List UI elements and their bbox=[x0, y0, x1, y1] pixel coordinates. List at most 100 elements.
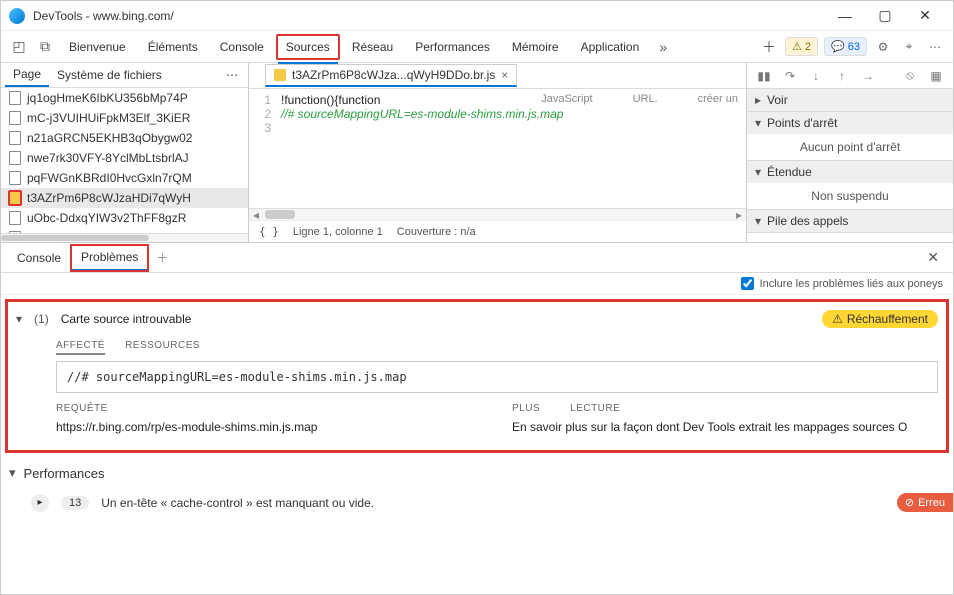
maximize-button[interactable]: ▢ bbox=[865, 7, 905, 24]
editor-scrollbar[interactable]: ◂ ▸ bbox=[249, 208, 746, 220]
file-icon bbox=[9, 151, 21, 165]
line-gutter: 123 bbox=[249, 89, 277, 208]
drawer-tab-problems[interactable]: Problèmes bbox=[71, 245, 148, 271]
perf-header[interactable]: Performances bbox=[9, 457, 945, 489]
code-editor[interactable]: 123 !function(){function //# sourceMappi… bbox=[249, 89, 746, 208]
menu-icon[interactable]: ⋯ bbox=[923, 40, 947, 54]
deactivate-bp-icon[interactable]: ⦸ bbox=[901, 68, 919, 83]
request-value: https://r.bing.com/rp/es-module-shims.mi… bbox=[56, 420, 482, 434]
scroll-right-icon[interactable]: ▸ bbox=[732, 209, 746, 220]
inspect-icon[interactable]: ◰ bbox=[7, 35, 31, 59]
step-into-icon[interactable]: ↓ bbox=[807, 69, 825, 83]
scroll-left-icon[interactable]: ◂ bbox=[249, 209, 263, 220]
pause-exc-icon[interactable]: ▦ bbox=[927, 69, 945, 83]
nav-tab-filesystem[interactable]: Système de fichiers bbox=[49, 64, 170, 86]
subtab-affected[interactable]: AFFECTÉ bbox=[56, 340, 105, 355]
file-icon bbox=[9, 211, 21, 225]
coverage-status: Couverture : n/a bbox=[397, 226, 476, 238]
file-icon bbox=[9, 91, 21, 105]
problem-count: (1) bbox=[34, 312, 49, 326]
app-icon bbox=[9, 8, 25, 24]
debugger-pane: ▮▮ ↷ ↓ ↑ → ⦸ ▦ Voir Points d'arrêt Aucun… bbox=[747, 63, 953, 242]
file-navigator: Page Système de fichiers ⋯ jq1ogHmeK6IbK… bbox=[1, 63, 249, 242]
file-item[interactable]: n21aGRCN5EKHB3qObygw02 bbox=[1, 128, 248, 148]
navigator-scrollbar[interactable] bbox=[1, 233, 248, 242]
lecture-value: En savoir plus sur la façon dont Dev Too… bbox=[512, 420, 938, 434]
scope-body: Non suspendu bbox=[747, 183, 953, 209]
close-drawer-icon[interactable]: ✕ bbox=[919, 249, 947, 266]
file-icon bbox=[9, 111, 21, 125]
nav-more-icon[interactable]: ⋯ bbox=[220, 68, 244, 82]
section-breakpoints[interactable]: Points d'arrêt bbox=[747, 112, 953, 134]
performance-section: Performances ▸ 13 Un en-tête « cache-con… bbox=[1, 457, 953, 520]
info-badge[interactable]: 💬63 bbox=[824, 37, 867, 56]
close-tab-icon[interactable]: × bbox=[501, 68, 508, 82]
editor-tabs: t3AZrPm6P8cWJza...qWyH9DDo.br.js × bbox=[249, 63, 746, 89]
device-icon[interactable]: ⧉ bbox=[33, 35, 57, 59]
tab-sources[interactable]: Sources bbox=[276, 34, 340, 60]
drawer-tab-console[interactable]: Console bbox=[7, 246, 71, 270]
problem-header[interactable]: ▾ (1) Carte source introuvable ⚠Réchauff… bbox=[16, 310, 938, 328]
pause-icon[interactable]: ▮▮ bbox=[755, 69, 773, 83]
navigator-tabs: Page Système de fichiers ⋯ bbox=[1, 63, 248, 88]
window-title: DevTools - www.bing.com/ bbox=[33, 9, 825, 23]
subtab-resources[interactable]: RESSOURCES bbox=[125, 340, 200, 355]
problems-toolbar: Inclure les problèmes liés aux poneys bbox=[1, 273, 953, 295]
nav-tab-page[interactable]: Page bbox=[5, 63, 49, 87]
perf-text: Un en-tête « cache-control » est manquan… bbox=[101, 496, 374, 510]
problem-details: REQUÊTE https://r.bing.com/rp/es-module-… bbox=[56, 403, 938, 434]
file-item-selected[interactable]: t3AZrPm6P8cWJzaHDi7qWyH bbox=[1, 188, 248, 208]
breakpoints-body: Aucun point d'arrêt bbox=[747, 134, 953, 160]
file-icon bbox=[9, 171, 21, 185]
tab-performance[interactable]: Performances bbox=[405, 34, 500, 60]
play-icon[interactable]: ▸ bbox=[31, 494, 49, 512]
step-out-icon[interactable]: ↑ bbox=[833, 69, 851, 83]
warning-badge[interactable]: ⚠2 bbox=[785, 37, 818, 56]
lecture-label: LECTURE bbox=[570, 403, 620, 414]
file-icon bbox=[9, 131, 21, 145]
main-toolbar: ◰ ⧉ Bienvenue Éléments Console Sources R… bbox=[1, 31, 953, 63]
format-icon[interactable]: { } bbox=[259, 225, 279, 238]
expand-icon[interactable]: ▾ bbox=[16, 312, 22, 326]
code-hints: JavaScriptURL.créer un bbox=[541, 93, 738, 105]
code-content: !function(){function //# sourceMappingUR… bbox=[277, 89, 746, 208]
minimize-button[interactable]: — bbox=[825, 8, 865, 24]
step-over-icon[interactable]: ↷ bbox=[781, 69, 799, 83]
plus-label: PLUS bbox=[512, 403, 540, 414]
tab-memory[interactable]: Mémoire bbox=[502, 34, 569, 60]
file-item[interactable]: nwe7rk30VFY-8YclMbLtsbrlAJ bbox=[1, 148, 248, 168]
sources-panel: Page Système de fichiers ⋯ jq1ogHmeK6IbK… bbox=[1, 63, 953, 243]
editor-status: { } Ligne 1, colonne 1 Couverture : n/a bbox=[249, 220, 746, 242]
more-tabs-icon[interactable]: » bbox=[651, 35, 675, 59]
include-label: Inclure les problèmes liés aux poneys bbox=[760, 278, 943, 290]
add-drawer-tab-icon[interactable]: ＋ bbox=[148, 249, 176, 266]
problem-subtabs: AFFECTÉ RESSOURCES bbox=[56, 340, 938, 355]
section-scope[interactable]: Étendue bbox=[747, 161, 953, 183]
step-icon[interactable]: → bbox=[859, 69, 877, 83]
add-icon[interactable]: ＋ bbox=[757, 35, 781, 59]
error-badge[interactable]: ⊘Erreu bbox=[897, 493, 953, 512]
problem-code: //# sourceMappingURL=es-module-shims.min… bbox=[56, 361, 938, 393]
settings-icon[interactable]: ⚙ bbox=[871, 40, 895, 54]
cursor-position: Ligne 1, colonne 1 bbox=[293, 226, 383, 238]
tab-application[interactable]: Application bbox=[571, 34, 650, 60]
section-callstack[interactable]: Pile des appels bbox=[747, 210, 953, 232]
close-button[interactable]: ✕ bbox=[905, 7, 945, 24]
tab-bienvenue[interactable]: Bienvenue bbox=[59, 34, 136, 60]
file-item[interactable]: mC-j3VUIHUiFpkM3Elf_3KiER bbox=[1, 108, 248, 128]
editor-tab[interactable]: t3AZrPm6P8cWJza...qWyH9DDo.br.js × bbox=[265, 64, 517, 87]
debugger-toolbar: ▮▮ ↷ ↓ ↑ → ⦸ ▦ bbox=[747, 63, 953, 89]
tab-console[interactable]: Console bbox=[210, 34, 274, 60]
file-item[interactable]: jq1ogHmeK6IbKU356bMp74P bbox=[1, 88, 248, 108]
warning-icon bbox=[274, 69, 286, 81]
tab-elements[interactable]: Éléments bbox=[138, 34, 208, 60]
extra-icon[interactable]: ⌖ bbox=[897, 39, 921, 54]
section-voir[interactable]: Voir bbox=[747, 89, 953, 111]
tab-network[interactable]: Réseau bbox=[342, 34, 403, 60]
include-checkbox[interactable] bbox=[741, 277, 754, 290]
problem-title: Carte source introuvable bbox=[61, 312, 192, 326]
request-label: REQUÊTE bbox=[56, 403, 482, 414]
file-item[interactable]: pqFWGnKBRdI0HvcGxln7rQM bbox=[1, 168, 248, 188]
file-list: jq1ogHmeK6IbKU356bMp74P mC-j3VUIHUiFpkM3… bbox=[1, 88, 248, 233]
file-item[interactable]: uObc-DdxqYIW3v2ThFF8gzR bbox=[1, 208, 248, 228]
